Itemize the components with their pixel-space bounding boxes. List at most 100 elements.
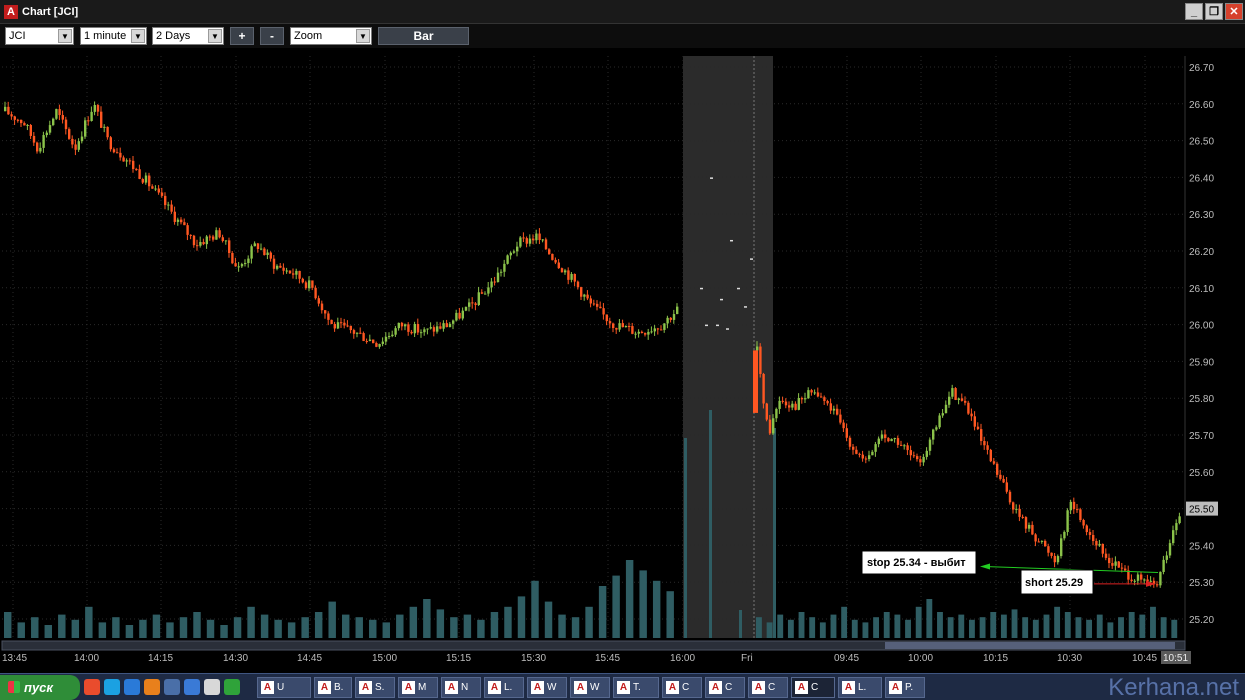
candle-body (538, 233, 541, 240)
chevron-down-icon[interactable]: ▼ (58, 29, 72, 43)
taskbar-item[interactable]: AM (398, 676, 438, 698)
x-tick-label: 09:45 (834, 653, 859, 664)
app-window-icon: A (574, 680, 587, 694)
close-button[interactable]: ✕ (1225, 3, 1243, 20)
taskbar-item[interactable]: AU (257, 676, 311, 698)
browser-icon[interactable] (84, 679, 100, 695)
candle-body (228, 240, 231, 253)
desktop-icon[interactable] (164, 679, 180, 695)
x-tick-label: 14:00 (74, 653, 99, 664)
candle-body (196, 245, 199, 247)
skype-icon[interactable] (104, 679, 120, 695)
candle-body (13, 116, 16, 120)
ie-icon[interactable] (124, 679, 140, 695)
candle-body (480, 292, 484, 294)
zoom-select[interactable]: Zoom ▼ (290, 27, 372, 45)
minimize-button[interactable]: _ (1185, 3, 1203, 20)
taskbar-item[interactable]: AW (570, 676, 610, 698)
candle-body (1136, 574, 1140, 581)
taskbar-item[interactable]: A B. (314, 676, 352, 698)
candle-body (324, 310, 327, 314)
volume-bar (1075, 617, 1082, 638)
x-tick-label: 15:00 (372, 653, 397, 664)
taskbar-item[interactable]: A T. (613, 676, 659, 698)
candle-body (455, 312, 458, 321)
candle-body (192, 235, 196, 246)
candle-body (900, 444, 903, 446)
chevron-down-icon[interactable]: ▼ (208, 29, 222, 43)
candle-body (250, 246, 253, 259)
taskbar-item[interactable]: A L. (484, 676, 524, 698)
chevron-down-icon[interactable]: ▼ (131, 29, 145, 43)
volume-bar (756, 617, 762, 638)
candle-body (1140, 574, 1143, 580)
after-hours-tick (700, 287, 703, 290)
volume-bar (1032, 619, 1039, 638)
candle-body (221, 237, 224, 241)
y-tick-label: 25.60 (1189, 468, 1214, 479)
taskbar-item[interactable]: AC (705, 676, 745, 698)
candle-body (240, 264, 244, 267)
taskbar-item[interactable]: A S. (355, 676, 395, 698)
interval-value: 1 minute (84, 30, 127, 42)
bar-button[interactable]: Bar (378, 27, 469, 45)
x-tick-label: 10:30 (1057, 653, 1082, 664)
candle-body (861, 454, 864, 459)
volume-bar (423, 599, 431, 638)
taskbar-item[interactable]: A L. (838, 676, 882, 698)
candle-body (330, 319, 333, 324)
candle-body (999, 474, 1002, 479)
zoom-in-button[interactable]: + (230, 27, 254, 45)
x-tick-label: Fri (741, 653, 753, 664)
folder-icon[interactable] (184, 679, 200, 695)
candle-body (532, 238, 535, 241)
candle-body (1031, 524, 1034, 535)
firefox-icon[interactable] (144, 679, 160, 695)
candle-body (333, 323, 336, 329)
candle-body (413, 323, 416, 334)
candle-body (807, 390, 810, 399)
taskbar-item[interactable]: AW (527, 676, 567, 698)
candle-body (301, 278, 304, 283)
start-button[interactable]: пуск (0, 674, 80, 700)
restore-button[interactable]: ❐ (1205, 3, 1223, 20)
candle-body (269, 252, 272, 259)
candle-body (42, 135, 45, 148)
app-window-icon: A (402, 680, 415, 694)
candle-body (16, 119, 20, 121)
candle-body (656, 328, 660, 330)
app-icon[interactable] (204, 679, 220, 695)
candle-body (765, 403, 768, 420)
candle-body (202, 242, 205, 245)
symbol-select[interactable]: JCI ▼ (5, 27, 74, 45)
taskbar-item[interactable]: AC (791, 676, 835, 698)
volume-bar (873, 617, 880, 638)
interval-select[interactable]: 1 minute ▼ (80, 27, 147, 45)
y-tick-label: 25.80 (1189, 394, 1214, 405)
candle-body (410, 331, 413, 334)
candle-body (45, 132, 48, 136)
excel-icon[interactable] (224, 679, 240, 695)
zoom-out-button[interactable]: - (260, 27, 284, 45)
taskbar-item[interactable]: AC (662, 676, 702, 698)
title-bar[interactable]: A Chart [JCI] _ ❐ ✕ (0, 0, 1245, 24)
candle-body (788, 405, 791, 408)
candle-body (560, 268, 564, 273)
taskbar-item[interactable]: AN (441, 676, 481, 698)
chevron-down-icon[interactable]: ▼ (356, 29, 370, 43)
candle-body (308, 280, 311, 289)
period-select[interactable]: 2 Days ▼ (152, 27, 224, 45)
taskbar: пуск A U A B. A S. A M A N A L. A W A W A T. A C A C A C A C A L. A P… (0, 673, 1245, 700)
candle-body (1098, 543, 1101, 546)
volume-bar (612, 575, 620, 638)
scrollbar-thumb[interactable] (885, 642, 1175, 649)
price-chart[interactable]: 26.70 26.60 26.50 26.40 26.30 26.20 26.10 26.00… (0, 48, 1245, 673)
volume-bar (558, 614, 566, 638)
taskbar-item[interactable]: A P. (885, 676, 925, 698)
candle-body (208, 236, 212, 238)
taskbar-item[interactable]: AC (748, 676, 788, 698)
x-tick-label: 15:15 (446, 653, 471, 664)
volume-bar (301, 617, 309, 638)
candle-body (816, 392, 820, 397)
candle-body (826, 401, 829, 404)
